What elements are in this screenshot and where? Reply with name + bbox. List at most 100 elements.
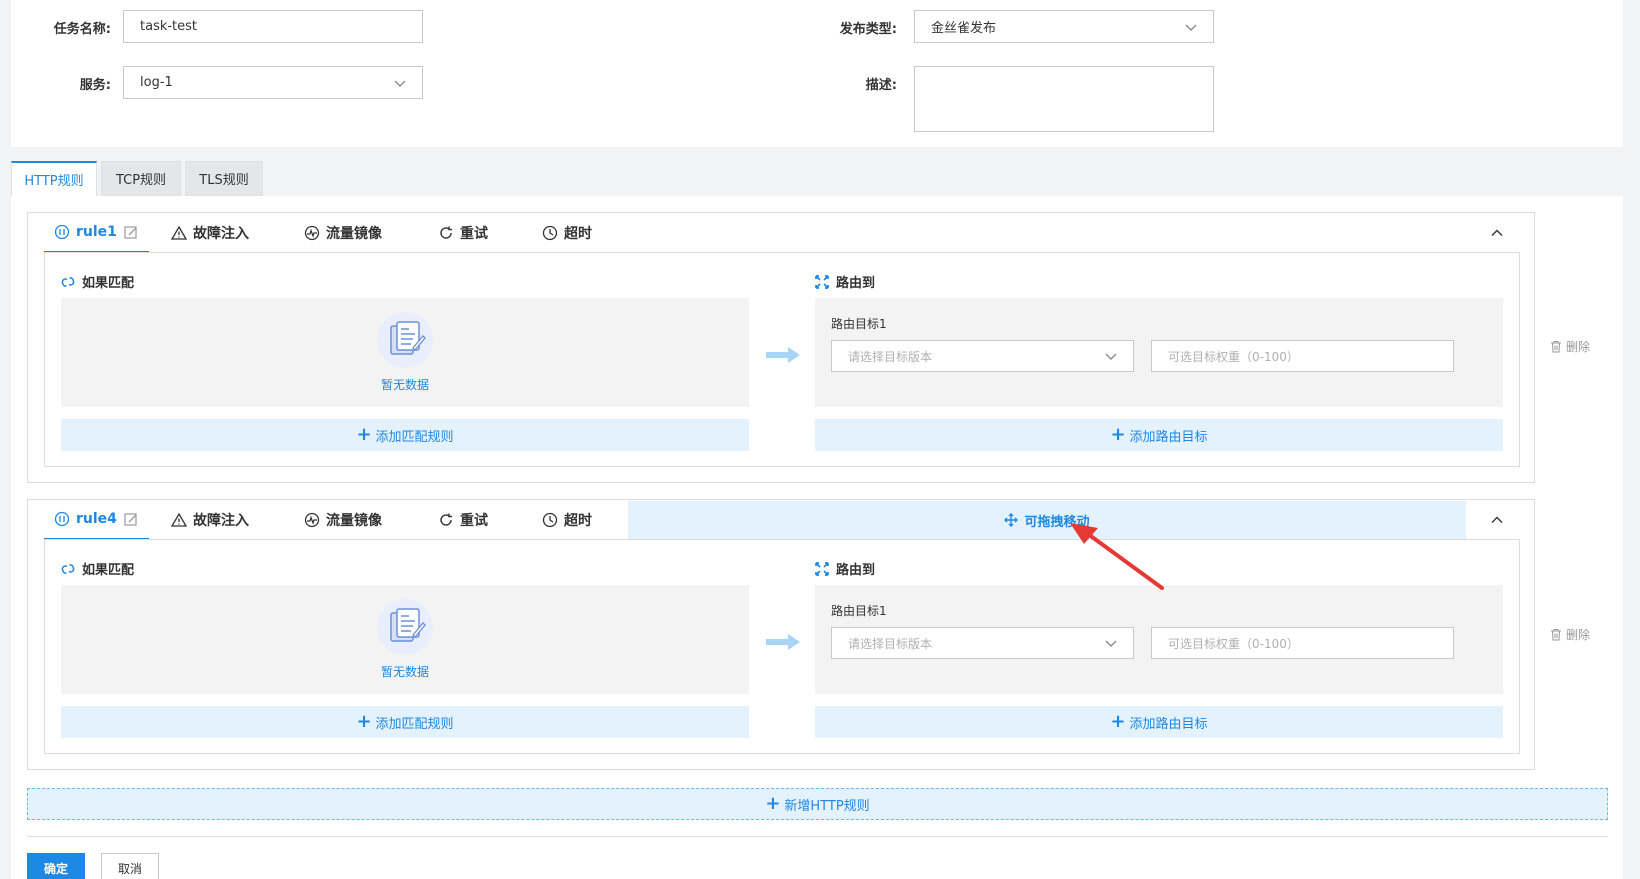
rule-card: rule1 故障注入 流量镜像 重试 超时 如果匹配 暂无数据 + 添加匹配规则… (27, 212, 1535, 483)
target-weight-input[interactable]: 可选目标权重（0-100） (1151, 340, 1454, 372)
add-match-rule-button[interactable]: + 添加匹配规则 (61, 419, 749, 451)
add-route-target-button[interactable]: + 添加路由目标 (815, 419, 1503, 451)
warning-icon (171, 512, 187, 527)
empty-state: 暂无数据 (375, 310, 435, 393)
nav-fault-injection[interactable]: 故障注入 (171, 213, 249, 253)
rule-name: rule4 (76, 511, 117, 527)
match-empty-box: 暂无数据 (61, 585, 749, 694)
section-title-text: 路由到 (836, 276, 876, 291)
rule-name-tab[interactable]: rule4 (44, 500, 149, 540)
arrow-right-icon (766, 634, 800, 650)
nav-label: 故障注入 (193, 226, 249, 242)
pause-circle-icon (54, 511, 70, 527)
delete-rule-button[interactable]: 删除 (1550, 626, 1590, 643)
release-type-select[interactable]: 金丝雀发布 (914, 10, 1214, 43)
service-select-value: log-1 (140, 75, 173, 90)
tab-tls-rules[interactable]: TLS规则 (185, 161, 263, 196)
add-http-rule-button[interactable]: + 新增HTTP规则 (27, 788, 1608, 820)
section-title-text: 路由到 (836, 563, 876, 578)
delete-label: 删除 (1566, 628, 1591, 642)
tab-tcp-rules[interactable]: TCP规则 (101, 161, 181, 196)
nav-traffic-mirror[interactable]: 流量镜像 (304, 213, 382, 253)
empty-text: 暂无数据 (380, 665, 429, 679)
service-label: 服务: (79, 78, 111, 93)
chevron-down-icon (1105, 640, 1117, 647)
plus-icon: + (1110, 424, 1126, 445)
drag-handle-bar[interactable]: 可拖拽移动 (628, 501, 1466, 539)
route-target-label: 路由目标1 (831, 317, 887, 331)
route-section-title: 路由到 (815, 559, 875, 578)
description-textarea[interactable] (914, 66, 1214, 132)
confirm-button[interactable]: 确定 (27, 853, 85, 879)
add-route-target-button[interactable]: + 添加路由目标 (815, 706, 1503, 738)
task-name-input[interactable]: task-test (123, 10, 423, 43)
add-route-label: 添加路由目标 (1129, 429, 1208, 445)
match-empty-box: 暂无数据 (61, 298, 749, 407)
target-version-select[interactable]: 请选择目标版本 (831, 340, 1134, 372)
match-section-title: 如果匹配 (61, 272, 134, 291)
refresh-icon (440, 513, 452, 526)
edit-icon[interactable] (123, 511, 139, 527)
plus-icon: + (356, 424, 372, 445)
version-placeholder: 请选择目标版本 (848, 349, 933, 364)
tab-http-rules[interactable]: HTTP规则 (11, 161, 97, 196)
cancel-button[interactable]: 取消 (101, 853, 159, 879)
weight-placeholder: 可选目标权重（0-100） (1168, 636, 1299, 651)
footer-divider (27, 836, 1608, 837)
task-name-label: 任务名称: (53, 22, 111, 37)
nav-label: 流量镜像 (326, 513, 382, 529)
target-version-select[interactable]: 请选择目标版本 (831, 627, 1134, 659)
nav-label: 超时 (564, 226, 592, 242)
pause-circle-icon (54, 224, 70, 240)
pulse-icon (304, 225, 320, 241)
nav-retry[interactable]: 重试 (438, 213, 488, 253)
nav-label: 重试 (460, 513, 488, 529)
chevron-up-icon[interactable] (1490, 513, 1504, 527)
chevron-up-icon[interactable] (1490, 226, 1504, 240)
delete-label: 删除 (1566, 340, 1591, 354)
plus-icon: + (356, 711, 372, 732)
rule-card: rule4 故障注入 流量镜像 重试 超时 可拖拽移动 如果匹配 暂无数据 + … (27, 499, 1535, 770)
pulse-icon (304, 512, 320, 528)
warning-icon (171, 225, 187, 240)
nav-fault-injection[interactable]: 故障注入 (171, 500, 249, 540)
route-section-title: 路由到 (815, 272, 875, 291)
nav-label: 故障注入 (193, 513, 249, 529)
trash-icon (1551, 629, 1561, 641)
empty-text: 暂无数据 (380, 378, 429, 392)
move-icon (1004, 513, 1019, 527)
route-target-box: 路由目标1 请选择目标版本 可选目标权重（0-100） (815, 298, 1503, 407)
expand-icon (815, 561, 829, 576)
add-http-rule-label: 新增HTTP规则 (784, 798, 870, 814)
rule-body: 如果匹配 暂无数据 + 添加匹配规则 路由到 路由目标1 请选择目标版本 可选目… (44, 539, 1520, 754)
match-section-title: 如果匹配 (61, 559, 134, 578)
target-weight-input[interactable]: 可选目标权重（0-100） (1151, 627, 1454, 659)
chevron-down-icon (394, 80, 406, 87)
route-target-label: 路由目标1 (831, 604, 887, 618)
nav-label: 流量镜像 (326, 226, 382, 242)
empty-state: 暂无数据 (375, 597, 435, 680)
refresh-icon (440, 226, 452, 239)
plus-icon: + (765, 793, 781, 814)
section-title-text: 如果匹配 (82, 563, 135, 578)
empty-data-icon (377, 599, 433, 655)
nav-traffic-mirror[interactable]: 流量镜像 (304, 500, 382, 540)
add-match-label: 添加匹配规则 (375, 716, 454, 732)
release-type-label: 发布类型: (839, 22, 897, 37)
add-route-label: 添加路由目标 (1129, 716, 1208, 732)
version-placeholder: 请选择目标版本 (848, 636, 933, 651)
service-select[interactable]: log-1 (123, 66, 423, 99)
nav-timeout[interactable]: 超时 (542, 213, 592, 253)
empty-data-icon (377, 312, 433, 368)
delete-rule-button[interactable]: 删除 (1550, 338, 1590, 355)
expand-icon (815, 274, 829, 289)
chevron-down-icon (1185, 24, 1197, 31)
add-match-rule-button[interactable]: + 添加匹配规则 (61, 706, 749, 738)
rule-name-tab[interactable]: rule1 (44, 213, 149, 253)
nav-retry[interactable]: 重试 (438, 500, 488, 540)
nav-timeout[interactable]: 超时 (542, 500, 592, 540)
edit-icon[interactable] (123, 224, 139, 240)
clock-icon (542, 512, 558, 528)
weight-placeholder: 可选目标权重（0-100） (1168, 349, 1299, 364)
rule-body: 如果匹配 暂无数据 + 添加匹配规则 路由到 路由目标1 请选择目标版本 可选目… (44, 252, 1520, 467)
